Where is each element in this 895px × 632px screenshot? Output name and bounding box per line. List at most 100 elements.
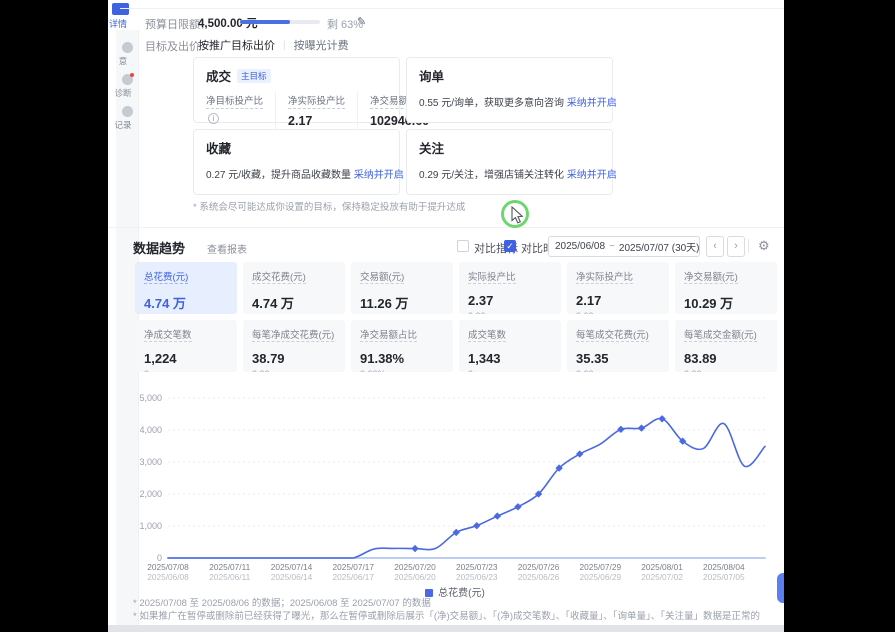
metric-tile-compare-value: 0.00%	[360, 369, 444, 372]
sidebar-item-active-label[interactable]: 广详情	[108, 17, 127, 30]
svg-text:2025/07/29: 2025/07/29	[580, 562, 622, 572]
metric-tile-compare-value: 0.00	[576, 369, 660, 372]
next-period-button[interactable]: ›	[727, 236, 745, 257]
compare-time-checkbox[interactable]: ✓	[504, 240, 516, 252]
metric-tile-label: 净交易额占比	[360, 327, 417, 342]
view-report-link[interactable]: 查看报表	[207, 241, 247, 256]
metric-tile[interactable]: 净交易额占比91.38%0.00%	[351, 320, 453, 372]
goal-card-desc: 0.27 元/收藏，提升商品收藏数量 采纳并开启	[206, 166, 387, 181]
footnote-line: * 如果推广在暂停或删除前已经获得了曝光，那么在暂停或删除后展示「(净)交易额」…	[133, 610, 760, 623]
metric-tile-compare-value: 0.00	[576, 311, 660, 314]
primary-goal-badge: 主目标	[237, 69, 271, 83]
budget-edit-icon[interactable]: ✎	[357, 15, 366, 28]
metric-tile-value: 1,343	[468, 351, 552, 366]
metric-tile[interactable]: 总花费(元)4.74 万0.00	[135, 262, 237, 314]
line-chart: 01,0002,0003,0004,0005,0002025/07/082025…	[140, 386, 770, 586]
sidebar-item-label: 意	[108, 55, 138, 67]
info-icon[interactable]: i	[208, 113, 219, 124]
metric-tile[interactable]: 每笔成交花费(元)35.350.00	[567, 320, 669, 372]
svg-text:2025/06/26: 2025/06/26	[518, 572, 560, 582]
metric-tile-compare-value: 0.00	[684, 369, 768, 372]
goal-card[interactable]: 询单 0.55 元/询单，获取更多意向咨询 采纳并开启	[406, 57, 613, 123]
idea-icon	[122, 42, 133, 53]
adopt-enable-link[interactable]: 采纳并开启	[567, 170, 617, 181]
svg-text:2025/06/17: 2025/06/17	[333, 572, 375, 582]
adopt-enable-link[interactable]: 采纳并开启	[354, 170, 404, 181]
horizontal-scrollbar[interactable]	[108, 625, 784, 632]
metric-tile-label: 净成交笔数	[144, 327, 192, 342]
goal-card-header: 成交主目标	[206, 66, 387, 85]
metric-tile-value: 2.37	[468, 293, 552, 308]
metric-tile[interactable]: 净交易额(元)10.29 万0.00	[675, 262, 777, 314]
date-range-end: 2025/07/07 (30天)	[619, 239, 700, 254]
svg-text:2025/07/17: 2025/07/17	[333, 562, 375, 572]
metric-tile-compare-value: 0.00	[468, 311, 552, 314]
date-range-picker[interactable]: 2025/06/08 ~ 2025/07/07 (30天)	[548, 236, 700, 257]
svg-text:1,000: 1,000	[140, 521, 162, 531]
svg-text:2025/06/20: 2025/06/20	[394, 572, 436, 582]
goal-cards: 成交主目标净目标投产比i2.45✎净实际投产比2.17净交易额(元)102946…	[193, 57, 613, 195]
goal-card-title: 询单	[419, 66, 444, 85]
svg-text:2025/07/14: 2025/07/14	[271, 562, 313, 572]
svg-text:2,000: 2,000	[140, 489, 162, 499]
sidebar-item-label: 记录	[108, 119, 138, 131]
metric-tile[interactable]: 每笔净成交花费(元)38.790.00	[243, 320, 345, 372]
sidebar-item[interactable]: 记录	[116, 106, 138, 131]
screen: 广详情 意诊断记录 预算日限额： 4,500.00 元 剩 63% ✎ 目标及出…	[0, 0, 895, 632]
diagnose-icon	[122, 74, 133, 85]
metric-tile-value: 83.89	[684, 351, 768, 366]
metric-tile-value: 2.17	[576, 293, 660, 308]
metric-tile[interactable]: 每笔成交金额(元)83.890.00	[675, 320, 777, 372]
metric-tile[interactable]: 净实际投产比 2.17 0.00	[567, 262, 669, 314]
sidebar-item-active-icon[interactable]	[112, 3, 129, 15]
metric-tile-label: 总花费(元)	[144, 269, 188, 284]
trend-chart[interactable]: 01,0002,0003,0004,0005,0002025/07/082025…	[140, 386, 770, 586]
budget-progress-fill	[240, 20, 290, 24]
metric-tile-compare-value: 0	[468, 369, 552, 372]
svg-text:5,000: 5,000	[140, 393, 162, 403]
date-range-separator: ~	[609, 241, 615, 252]
goal-card-title: 关注	[419, 138, 444, 157]
tab-divider: |	[283, 40, 286, 51]
footnote-line: * 2025/07/08 至 2025/08/06 的数据；2025/06/08…	[133, 597, 760, 610]
sidebar-item[interactable]: 意	[116, 42, 138, 67]
notification-dot	[130, 73, 134, 77]
goal-card-desc: 0.55 元/询单，获取更多意向咨询 采纳并开启	[419, 94, 600, 109]
svg-text:4,000: 4,000	[140, 425, 162, 435]
metric-tile[interactable]: 成交花费(元)4.74 万0.00	[243, 262, 345, 314]
svg-text:2025/06/11: 2025/06/11	[209, 572, 250, 582]
metric-tile[interactable]: 交易额(元)11.26 万0.00	[351, 262, 453, 314]
metric-tile-label: 每笔净成交花费(元)	[252, 327, 334, 342]
gear-icon[interactable]: ⚙	[758, 238, 770, 254]
svg-text:2025/06/14: 2025/06/14	[271, 572, 313, 582]
adopt-enable-link[interactable]: 采纳并开启	[567, 98, 617, 109]
metric-tile-label: 交易额(元)	[360, 269, 404, 284]
goal-card[interactable]: 收藏 0.27 元/收藏，提升商品收藏数量 采纳并开启	[193, 129, 400, 195]
floating-action-button[interactable]	[777, 573, 784, 603]
budget-progress-bar	[240, 20, 320, 24]
header-divider	[120, 8, 784, 9]
goal-card-title: 收藏	[206, 138, 231, 157]
legend-swatch	[425, 589, 433, 597]
svg-text:2025/07/02: 2025/07/02	[641, 572, 683, 582]
metric-tile[interactable]: 实际投产比 2.37 0.00	[459, 262, 561, 314]
prev-period-button[interactable]: ‹	[706, 236, 724, 257]
goal-metric-label: 净实际投产比	[288, 91, 345, 109]
metric-tile-label: 实际投产比	[468, 269, 516, 284]
metric-tile-label: 净实际投产比	[576, 269, 633, 284]
metric-tile[interactable]: 净成交笔数1,2240	[135, 320, 237, 372]
goal-card-title: 成交	[206, 66, 231, 85]
svg-text:2025/07/11: 2025/07/11	[209, 562, 250, 572]
metric-tile[interactable]: 成交笔数1,3430	[459, 320, 561, 372]
sidebar-item[interactable]: 诊断	[116, 74, 138, 99]
metric-tile-compare-value: 0	[144, 369, 228, 372]
goal-tab[interactable]: 按曝光计费	[294, 37, 349, 53]
goal-card[interactable]: 成交主目标净目标投产比i2.45✎净实际投产比2.17净交易额(元)102946…	[193, 57, 400, 123]
metric-tile-label: 成交花费(元)	[252, 269, 306, 284]
goal-tab[interactable]: 按推广目标出价	[198, 37, 275, 53]
svg-text:2025/07/20: 2025/07/20	[394, 562, 436, 572]
compare-metric-checkbox[interactable]	[457, 240, 469, 252]
svg-text:3,000: 3,000	[140, 457, 162, 467]
goal-card[interactable]: 关注0.29 元/关注，增强店铺关注转化 采纳并开启	[406, 129, 613, 195]
metric-tile-label: 每笔成交花费(元)	[576, 327, 649, 342]
